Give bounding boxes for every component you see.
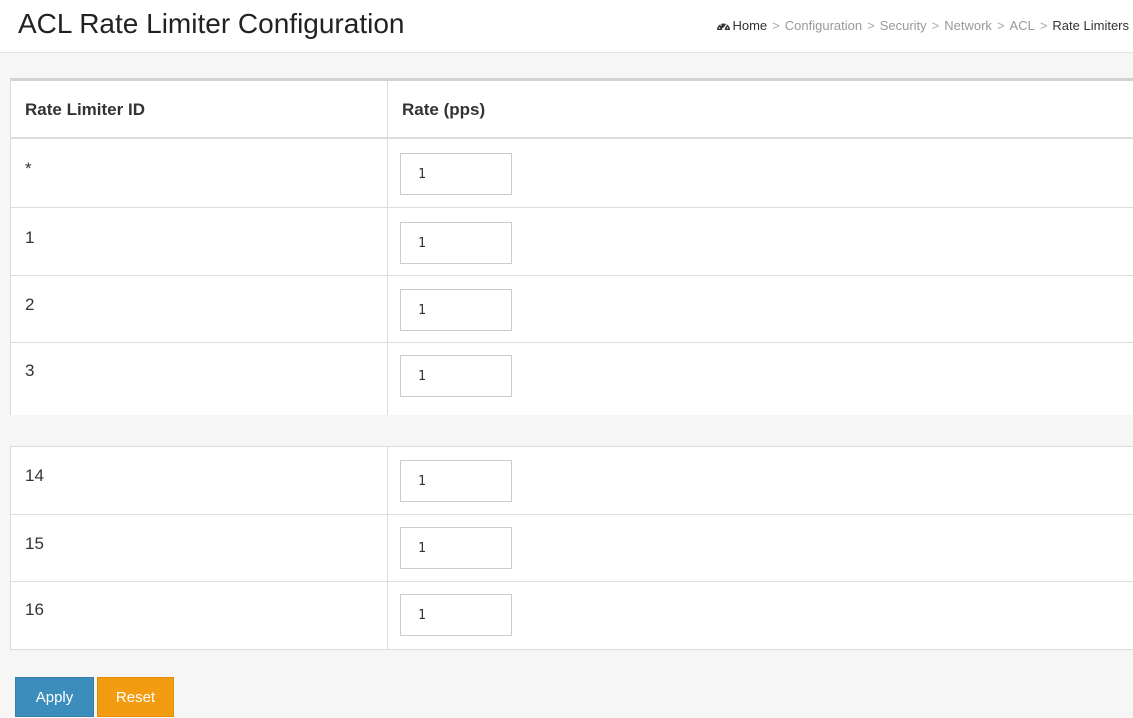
rate-input-3[interactable]	[400, 355, 512, 397]
page-header: ACL Rate Limiter Configuration Home > Conf…	[0, 0, 1133, 53]
breadcrumb-separator: >	[772, 18, 780, 33]
table-row: 16	[11, 582, 1133, 649]
breadcrumb-security[interactable]: Security	[880, 18, 927, 33]
apply-button[interactable]: Apply	[15, 677, 94, 717]
rate-input-2[interactable]	[400, 289, 512, 331]
column-divider	[387, 447, 388, 514]
rate-limiter-id: 15	[25, 534, 44, 553]
breadcrumb-rate-limiters: Rate Limiters	[1052, 18, 1129, 33]
rate-input-15[interactable]	[400, 527, 512, 569]
page-title: ACL Rate Limiter Configuration	[18, 8, 405, 39]
breadcrumb-separator: >	[931, 18, 940, 33]
rate-limiter-table-bottom: 14 15 16	[10, 446, 1133, 650]
rate-limiter-id: 1	[25, 228, 35, 247]
rate-input-16[interactable]	[400, 594, 512, 636]
breadcrumb-network[interactable]: Network	[944, 18, 992, 33]
column-header-rate-limiter-id: Rate Limiter ID	[25, 100, 145, 119]
dashboard-icon[interactable]	[716, 19, 731, 37]
breadcrumb-separator: >	[1039, 18, 1048, 33]
column-header-rate-pps: Rate (pps)	[402, 100, 486, 119]
table-header-row: Rate Limiter ID Rate (pps)	[11, 81, 1133, 139]
rate-limiter-id: *	[25, 159, 32, 178]
table-row: 14	[11, 447, 1133, 515]
column-divider	[387, 208, 388, 275]
column-divider	[387, 276, 388, 342]
table-row: 3	[11, 343, 1133, 415]
breadcrumb-home[interactable]: Home	[732, 18, 767, 33]
rate-input-1[interactable]	[400, 222, 512, 264]
rate-input-14[interactable]	[400, 460, 512, 502]
breadcrumb: Home > Configuration > Security > Network > ACL >…	[716, 17, 1129, 37]
rate-limiter-table-top: Rate Limiter ID Rate (pps) * 1 2 3	[10, 78, 1133, 415]
breadcrumb-configuration[interactable]: Configuration	[785, 18, 862, 33]
table-row: 2	[11, 276, 1133, 343]
column-divider	[387, 81, 388, 137]
rate-limiter-id: 14	[25, 466, 44, 485]
breadcrumb-separator: >	[996, 18, 1005, 33]
reset-button[interactable]: Reset	[97, 677, 174, 717]
table-row: 15	[11, 515, 1133, 582]
table-row: *	[11, 139, 1133, 208]
column-divider	[387, 582, 388, 649]
rate-limiter-id: 3	[25, 361, 35, 380]
rate-input-all[interactable]	[400, 153, 512, 195]
breadcrumb-acl[interactable]: ACL	[1010, 18, 1035, 33]
rate-limiter-id: 16	[25, 600, 44, 619]
rate-limiter-id: 2	[25, 295, 35, 314]
breadcrumb-separator: >	[867, 18, 875, 33]
column-divider	[387, 515, 388, 581]
table-row: 1	[11, 208, 1133, 276]
column-divider	[387, 139, 388, 207]
column-divider	[387, 343, 388, 415]
